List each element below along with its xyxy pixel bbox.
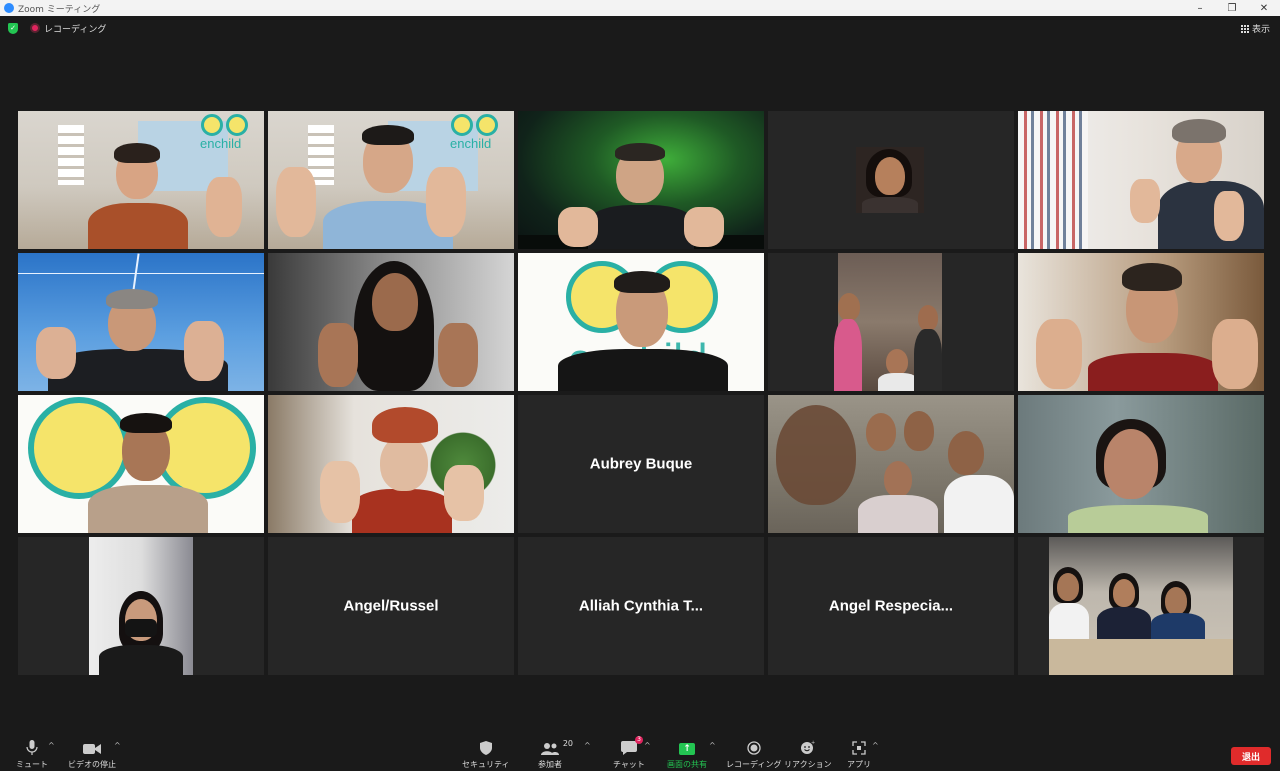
reactions-button[interactable]: + リアクション xyxy=(784,739,832,770)
enchild-logo-text: enchild xyxy=(450,136,492,151)
participant-tile[interactable] xyxy=(768,253,1014,391)
participants-count: 20 xyxy=(562,739,573,748)
record-label: レコーディング xyxy=(726,760,782,769)
participant-tile[interactable] xyxy=(1018,253,1264,391)
restore-button[interactable]: ❐ xyxy=(1216,0,1248,16)
participant-name: Angel Respecia... xyxy=(828,597,954,615)
participant-name: Alliah Cynthia T... xyxy=(578,597,704,615)
participant-tile[interactable]: enchild xyxy=(18,111,264,249)
chat-icon: 3 xyxy=(620,736,643,755)
security-button[interactable]: セキュリティ xyxy=(462,739,510,770)
recording-indicator-icon xyxy=(30,23,40,33)
participant-tile[interactable] xyxy=(1018,537,1264,675)
participant-video xyxy=(1018,111,1264,249)
participant-video xyxy=(768,395,1014,533)
gallery-view: enchild enchild Aubrey Buque Angel/Russe… xyxy=(18,111,1264,677)
mute-options-chevron-icon[interactable]: ^ xyxy=(48,741,55,750)
stop-video-label: ビデオの停止 xyxy=(68,760,116,769)
apps-options-chevron-icon[interactable]: ^ xyxy=(872,741,879,750)
participant-tile[interactable]: Aubrey Buque xyxy=(518,395,764,533)
participant-tile[interactable] xyxy=(268,253,514,391)
participant-tile[interactable]: enchild xyxy=(268,111,514,249)
apps-icon xyxy=(852,739,866,755)
participant-video: enchild xyxy=(268,111,514,249)
stop-video-button[interactable]: ビデオの停止 xyxy=(68,739,116,770)
security-label: セキュリティ xyxy=(462,760,510,769)
participant-video xyxy=(768,111,1014,249)
participant-video xyxy=(1018,253,1264,391)
participant-video xyxy=(1018,395,1264,533)
close-button[interactable]: ✕ xyxy=(1248,0,1280,16)
participant-tile[interactable] xyxy=(768,395,1014,533)
microphone-icon xyxy=(26,739,38,755)
participants-options-chevron-icon[interactable]: ^ xyxy=(584,741,591,750)
chat-unread-badge: 3 xyxy=(635,736,643,744)
share-screen-label: 画面の共有 xyxy=(667,760,707,769)
leave-meeting-button[interactable]: 退出 xyxy=(1231,747,1271,765)
participant-video xyxy=(268,395,514,533)
participant-tile[interactable]: Angel/Russel xyxy=(268,537,514,675)
participant-tile[interactable] xyxy=(18,537,264,675)
apps-button[interactable]: アプリ xyxy=(847,739,871,770)
enchild-logo-text: enchild xyxy=(200,136,242,151)
chat-label: チャット xyxy=(613,760,645,769)
participant-tile[interactable]: Angel Respecia... xyxy=(768,537,1014,675)
svg-text:+: + xyxy=(811,740,815,746)
record-icon xyxy=(747,739,761,755)
video-camera-icon xyxy=(83,739,101,755)
mute-label: ミュート xyxy=(16,760,48,769)
participant-tile[interactable]: enchild xyxy=(518,253,764,391)
zoom-app-icon xyxy=(4,3,14,13)
meeting-toolbar: ミュート ^ ビデオの停止 ^ セキュリティ 20 参加者 ^ 3 チャット ^… xyxy=(0,735,1280,771)
participant-video xyxy=(18,537,264,675)
participant-tile[interactable] xyxy=(18,395,264,533)
mute-button[interactable]: ミュート xyxy=(16,739,48,770)
apps-label: アプリ xyxy=(847,760,871,769)
window-title: Zoom ミーティング xyxy=(18,4,101,15)
participants-button[interactable]: 20 参加者 xyxy=(538,739,573,770)
participant-video xyxy=(518,111,764,249)
minimize-button[interactable]: – xyxy=(1184,0,1216,16)
share-screen-icon: ↑ xyxy=(679,739,695,755)
video-options-chevron-icon[interactable]: ^ xyxy=(114,741,121,750)
participant-video xyxy=(768,253,1014,391)
chat-button[interactable]: 3 チャット xyxy=(613,736,645,770)
participant-tile[interactable] xyxy=(18,253,264,391)
reactions-label: リアクション xyxy=(784,760,832,769)
participant-name: Aubrey Buque xyxy=(589,455,693,473)
security-shield-icon xyxy=(479,739,492,755)
participant-video: enchild xyxy=(518,253,764,391)
recording-status-label: レコーディング xyxy=(44,24,107,35)
participant-tile[interactable] xyxy=(1018,395,1264,533)
participant-video xyxy=(1018,537,1264,675)
window-titlebar: Zoom ミーティング – ❐ ✕ xyxy=(0,0,1280,16)
participants-label: 参加者 xyxy=(538,760,562,769)
participant-video xyxy=(18,395,264,533)
participant-video: enchild xyxy=(18,111,264,249)
grid-view-icon xyxy=(1240,24,1249,33)
meeting-status-bar: ✓ レコーディング 表示 xyxy=(0,16,1280,40)
view-button[interactable]: 表示 xyxy=(1240,22,1270,35)
participants-icon: 20 xyxy=(541,739,573,755)
window-controls: – ❐ ✕ xyxy=(1184,0,1280,16)
participant-tile[interactable] xyxy=(268,395,514,533)
chat-options-chevron-icon[interactable]: ^ xyxy=(644,741,651,750)
share-options-chevron-icon[interactable]: ^ xyxy=(709,741,716,750)
participant-tile[interactable] xyxy=(1018,111,1264,249)
participant-tile[interactable]: Alliah Cynthia T... xyxy=(518,537,764,675)
record-button[interactable]: レコーディング xyxy=(726,739,781,770)
participant-video xyxy=(18,253,264,391)
view-button-label: 表示 xyxy=(1251,25,1270,35)
participant-tile[interactable] xyxy=(768,111,1014,249)
reactions-smiley-icon: + xyxy=(800,739,815,755)
participant-name: Angel/Russel xyxy=(343,597,439,615)
encryption-shield-icon[interactable]: ✓ xyxy=(8,22,18,34)
participant-tile[interactable] xyxy=(518,111,764,249)
share-screen-button[interactable]: ↑ 画面の共有 xyxy=(667,739,707,770)
participant-video xyxy=(268,253,514,391)
